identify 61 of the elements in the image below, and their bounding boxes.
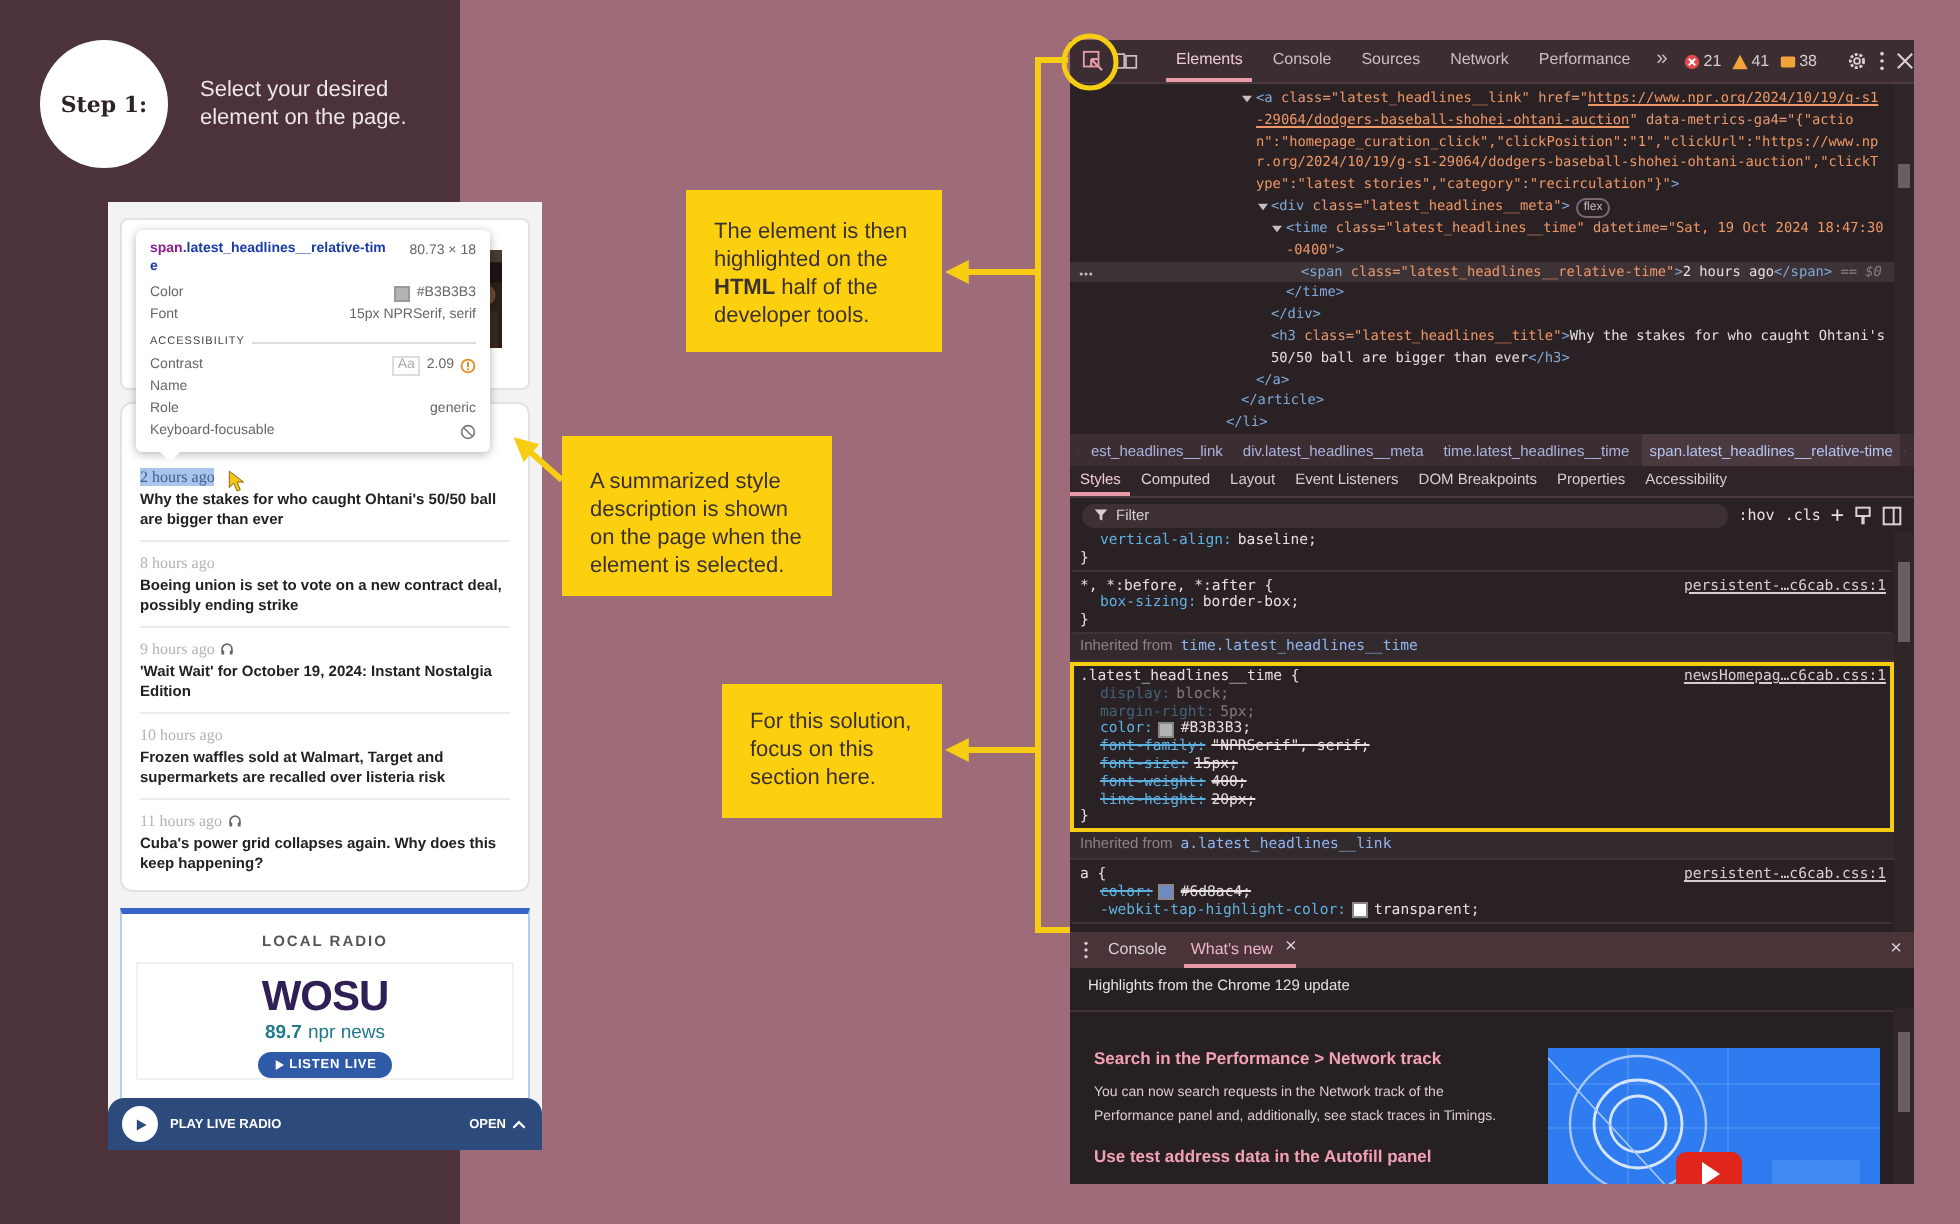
color-swatch[interactable]: [1352, 902, 1369, 919]
filter-icon: [1094, 508, 1108, 522]
more-options-icon[interactable]: [1877, 50, 1885, 72]
instruction-text: Select your desired element on the page.: [200, 76, 409, 132]
drawer-tab[interactable]: Console: [1102, 939, 1173, 957]
station-logo: WOSU: [261, 976, 389, 1020]
callout-arrow: [944, 738, 1036, 762]
callout-note: For this solution, focus on this section here.: [722, 684, 942, 818]
close-tab-button[interactable]: ×: [1284, 938, 1297, 958]
inspect-icon[interactable]: [1082, 50, 1104, 72]
sidebar-toggle-icon[interactable]: [1882, 505, 1902, 525]
play-icon: [273, 1060, 284, 1070]
timestamp: 2 hours ago: [140, 468, 215, 486]
device-toggle-icon[interactable]: [1114, 50, 1138, 72]
feature-heading: Use test address data in the Autofill panel: [1094, 1146, 1434, 1166]
error-count: 21: [1703, 52, 1722, 70]
play-icon: [133, 1117, 147, 1131]
more-tabs-button[interactable]: »: [1650, 40, 1674, 82]
panel-tab[interactable]: Performance: [1528, 40, 1641, 82]
timestamp: 8 hours ago: [140, 554, 215, 572]
station-frequency: 89.7: [264, 1022, 302, 1044]
brush-icon[interactable]: [1854, 505, 1872, 525]
expand-triangle-icon[interactable]: [1242, 94, 1252, 104]
expand-triangle-icon[interactable]: [1272, 223, 1282, 234]
close-drawer-button[interactable]: ×: [1890, 940, 1902, 960]
panel-tab[interactable]: Elements: [1166, 40, 1253, 82]
callout-arrow: [513, 437, 564, 483]
station-network: npr news: [307, 1022, 386, 1044]
drawer-tab[interactable]: What's new: [1184, 939, 1279, 957]
close-icon[interactable]: [1895, 52, 1913, 70]
warning-icon: [460, 357, 476, 373]
timestamp: 9 hours ago: [140, 640, 215, 658]
callout-note: A summarized style description is shown on the page when the element is selected.: [562, 436, 832, 596]
issue-count: 38: [1799, 52, 1817, 70]
scrollbar[interactable]: [1894, 1008, 1914, 1184]
panel-tab[interactable]: Console: [1262, 40, 1342, 82]
error-icon: [1683, 53, 1700, 69]
highlight-circle: [1061, 33, 1119, 91]
issue-icon: [1779, 53, 1796, 69]
scrollbar[interactable]: [1894, 532, 1914, 932]
expand-triangle-icon[interactable]: [1257, 201, 1267, 212]
warning-icon: [1731, 53, 1748, 69]
color-swatch[interactable]: [1158, 721, 1175, 738]
timestamp: 10 hours ago: [140, 726, 223, 744]
scrollbar[interactable]: [1894, 84, 1914, 434]
color-swatch[interactable]: [1158, 884, 1175, 901]
caret-up-icon: [512, 1119, 526, 1129]
panel-tab[interactable]: Sources: [1351, 40, 1431, 82]
callout-note: The element is then highlighted on the HTML half of the developer tools.: [686, 190, 942, 352]
timestamp: 11 hours ago: [140, 812, 223, 830]
settings-icon[interactable]: [1845, 50, 1867, 72]
cursor-icon: [228, 470, 246, 492]
feature-heading: Search in the Performance > Network track: [1094, 1048, 1444, 1068]
play-button[interactable]: [122, 1106, 158, 1142]
warning-count: 41: [1751, 52, 1770, 70]
new-rule-button[interactable]: +: [1830, 502, 1844, 528]
more-dots-icon[interactable]: [1077, 269, 1093, 278]
panel-tab[interactable]: Network: [1440, 40, 1519, 82]
callout-arrow: [944, 260, 1036, 284]
more-options-icon[interactable]: [1082, 940, 1090, 960]
not-allowed-icon: [460, 423, 476, 439]
